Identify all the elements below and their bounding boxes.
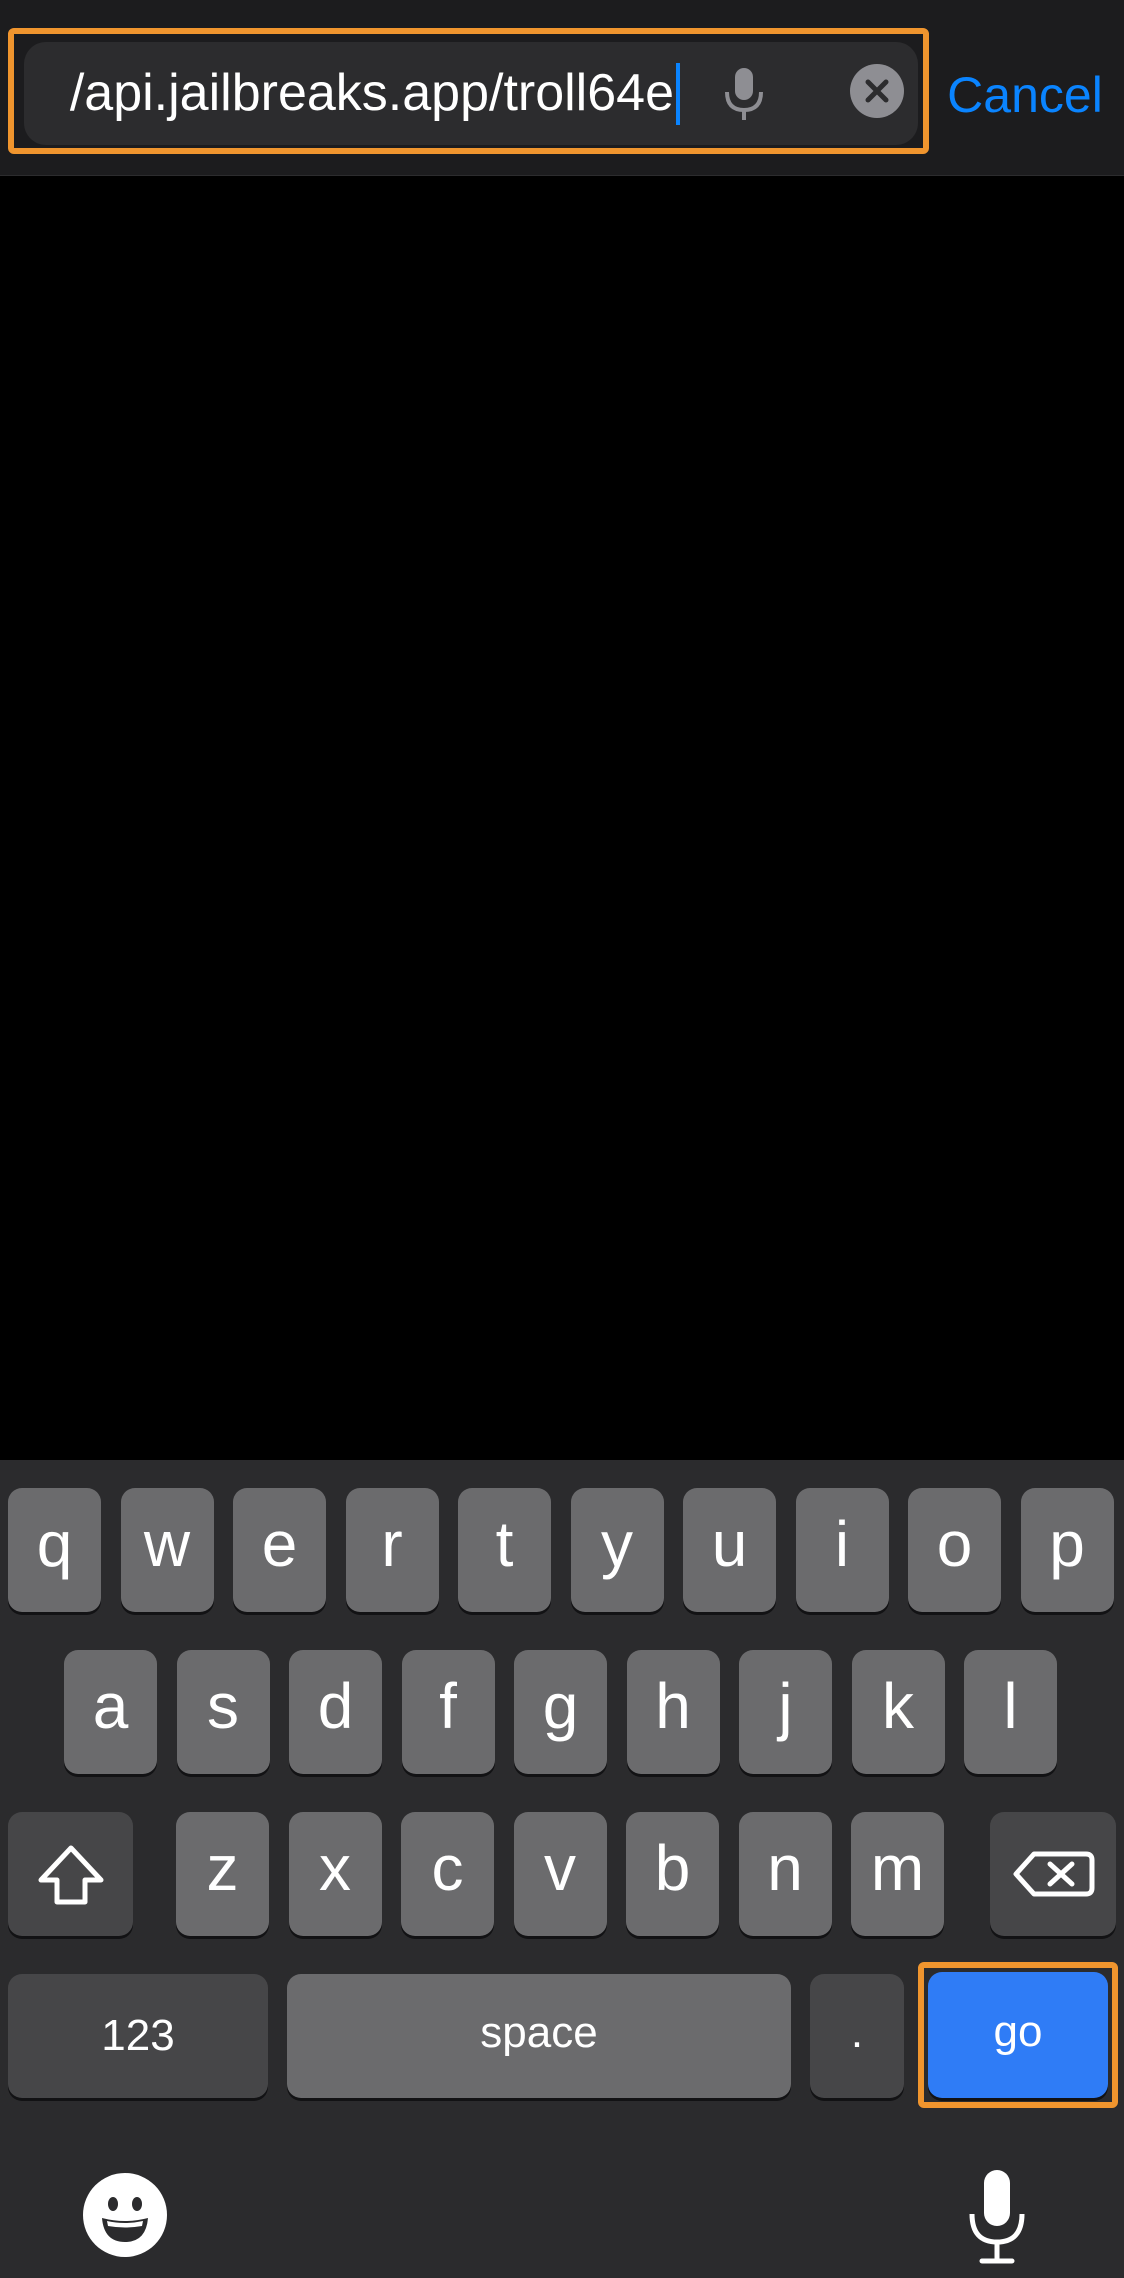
key-s[interactable]: s xyxy=(176,1650,270,1774)
key-label: f xyxy=(439,1670,457,1742)
cancel-button[interactable]: Cancel xyxy=(940,60,1110,130)
key-k[interactable]: k xyxy=(851,1650,945,1774)
key-label: x xyxy=(319,1832,351,1904)
shift-arrow-icon xyxy=(38,1845,103,1905)
key-b[interactable]: b xyxy=(626,1812,719,1936)
key-f[interactable]: f xyxy=(401,1650,495,1774)
key-y[interactable]: y xyxy=(570,1488,664,1612)
key-h[interactable]: h xyxy=(626,1650,720,1774)
key-label: c xyxy=(431,1832,464,1904)
key-g[interactable]: g xyxy=(514,1650,607,1774)
key-c[interactable]: c xyxy=(401,1812,494,1936)
key-w[interactable]: w xyxy=(120,1488,214,1612)
key-a[interactable]: a xyxy=(64,1650,157,1774)
top-bar: /api.jailbreaks.app/troll64e Cancel xyxy=(0,0,1124,176)
key-label: w xyxy=(143,1508,191,1580)
key-label: z xyxy=(206,1832,239,1904)
key-label: j xyxy=(778,1670,793,1742)
key-label: m xyxy=(870,1832,925,1904)
shift-key[interactable] xyxy=(8,1812,133,1936)
key-label: k xyxy=(882,1670,914,1742)
key-label: e xyxy=(261,1508,298,1580)
go-key-highlight xyxy=(918,1962,1118,2108)
key-label: r xyxy=(381,1508,403,1580)
numbers-key[interactable]: 123 xyxy=(8,1974,268,2098)
backspace-icon xyxy=(1013,1851,1095,1897)
key-x[interactable]: x xyxy=(288,1812,382,1936)
key-v[interactable]: v xyxy=(513,1812,607,1936)
period-key[interactable]: . xyxy=(810,1974,904,2098)
key-label: i xyxy=(834,1508,850,1580)
emoji-smiley-icon[interactable] xyxy=(82,2172,168,2258)
key-label: p xyxy=(1049,1508,1085,1580)
key-label: o xyxy=(936,1508,973,1580)
key-label: l xyxy=(1003,1670,1018,1742)
key-r[interactable]: r xyxy=(345,1488,439,1612)
key-i[interactable]: i xyxy=(795,1488,889,1612)
period-key-label: . xyxy=(850,2008,864,2057)
key-label: g xyxy=(542,1670,579,1742)
space-key-label: space xyxy=(480,2008,598,2057)
key-p[interactable]: p xyxy=(1020,1488,1114,1612)
key-label: v xyxy=(544,1832,576,1904)
microphone-icon[interactable] xyxy=(962,2166,1032,2266)
key-m[interactable]: m xyxy=(851,1812,944,1936)
url-field-highlight xyxy=(8,28,929,154)
key-l[interactable]: l xyxy=(964,1650,1057,1774)
numbers-key-label: 123 xyxy=(101,2011,175,2060)
key-o[interactable]: o xyxy=(908,1488,1001,1612)
key-u[interactable]: u xyxy=(683,1488,776,1612)
key-label: y xyxy=(601,1508,633,1580)
key-d[interactable]: d xyxy=(289,1650,382,1774)
key-label: d xyxy=(317,1670,354,1742)
page-content-area xyxy=(0,176,1124,1460)
key-e[interactable]: e xyxy=(233,1488,326,1612)
key-z[interactable]: z xyxy=(176,1812,269,1936)
space-key[interactable]: space xyxy=(287,1974,791,2098)
key-j[interactable]: j xyxy=(739,1650,832,1774)
key-label: s xyxy=(207,1670,239,1742)
key-t[interactable]: t xyxy=(458,1488,551,1612)
key-label: b xyxy=(654,1832,691,1904)
key-label: n xyxy=(767,1832,803,1904)
delete-key[interactable] xyxy=(990,1812,1116,1936)
key-label: u xyxy=(711,1508,748,1580)
key-q[interactable]: q xyxy=(8,1488,101,1612)
key-label: q xyxy=(36,1508,73,1580)
key-label: a xyxy=(92,1670,129,1742)
key-label: t xyxy=(495,1508,514,1580)
key-n[interactable]: n xyxy=(738,1812,832,1936)
key-label: h xyxy=(655,1670,691,1742)
